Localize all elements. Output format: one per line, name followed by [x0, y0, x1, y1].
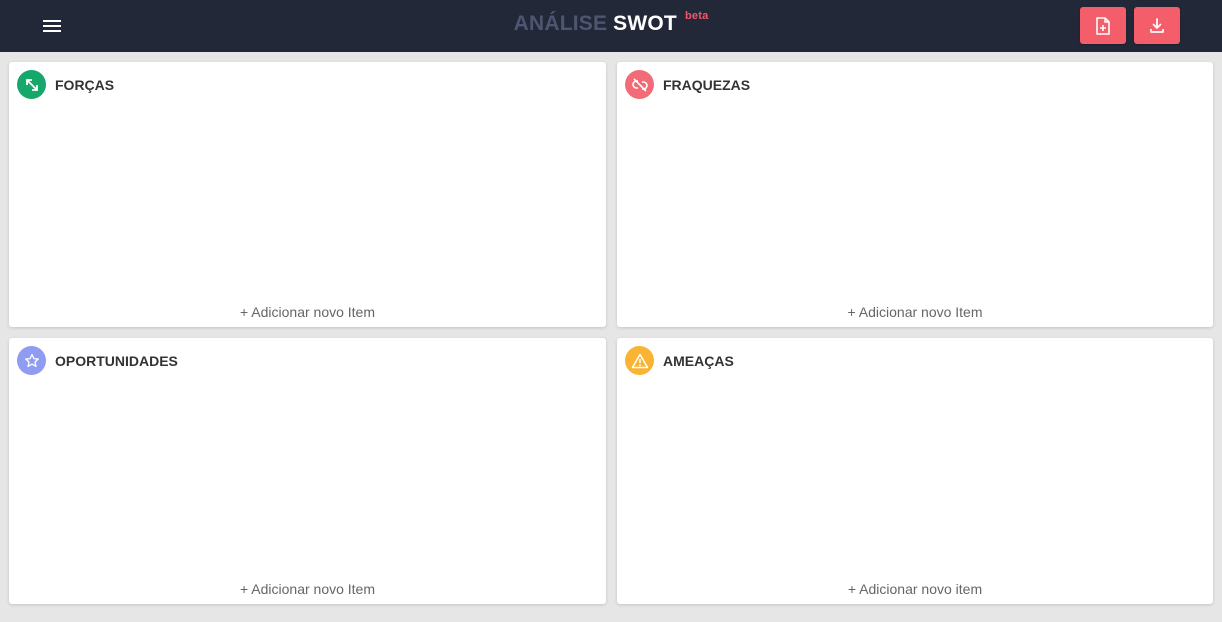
top-navbar: ANÁLISE SWOT beta	[0, 0, 1222, 52]
add-weakness-button[interactable]: + Adicionar novo Item	[617, 304, 1213, 320]
weaknesses-header: FRAQUEZAS	[625, 70, 750, 99]
opportunities-header: OPORTUNIDADES	[17, 346, 178, 375]
app-title: ANÁLISE SWOT beta	[0, 10, 1222, 36]
threats-title: AMEAÇAS	[663, 352, 734, 369]
add-threat-button[interactable]: + Adicionar novo item	[617, 581, 1213, 597]
threats-header: AMEAÇAS	[625, 346, 734, 375]
strengths-header: FORÇAS	[17, 70, 114, 99]
new-analysis-button[interactable]	[1080, 7, 1126, 44]
weaknesses-card: FRAQUEZAS + Adicionar novo Item	[617, 62, 1213, 327]
title-part-swot: SWOT	[613, 12, 677, 35]
download-button[interactable]	[1134, 7, 1180, 44]
opportunities-title: OPORTUNIDADES	[55, 352, 178, 369]
download-icon	[1150, 17, 1164, 33]
opportunities-card: OPORTUNIDADES + Adicionar novo Item	[9, 338, 606, 604]
add-opportunity-button[interactable]: + Adicionar novo Item	[9, 581, 606, 597]
star-icon	[17, 346, 46, 375]
warning-icon	[625, 346, 654, 375]
expand-arrows-icon	[17, 70, 46, 99]
broken-link-icon	[625, 70, 654, 99]
threats-card: AMEAÇAS + Adicionar novo item	[617, 338, 1213, 604]
title-part-analise: ANÁLISE	[513, 12, 608, 35]
weaknesses-title: FRAQUEZAS	[663, 76, 751, 93]
add-strength-button[interactable]: + Adicionar novo Item	[9, 304, 606, 320]
strengths-title: FORÇAS	[55, 76, 115, 93]
strengths-card: FORÇAS + Adicionar novo Item	[9, 62, 606, 327]
beta-badge: beta	[684, 10, 709, 22]
file-add-icon	[1096, 16, 1110, 35]
